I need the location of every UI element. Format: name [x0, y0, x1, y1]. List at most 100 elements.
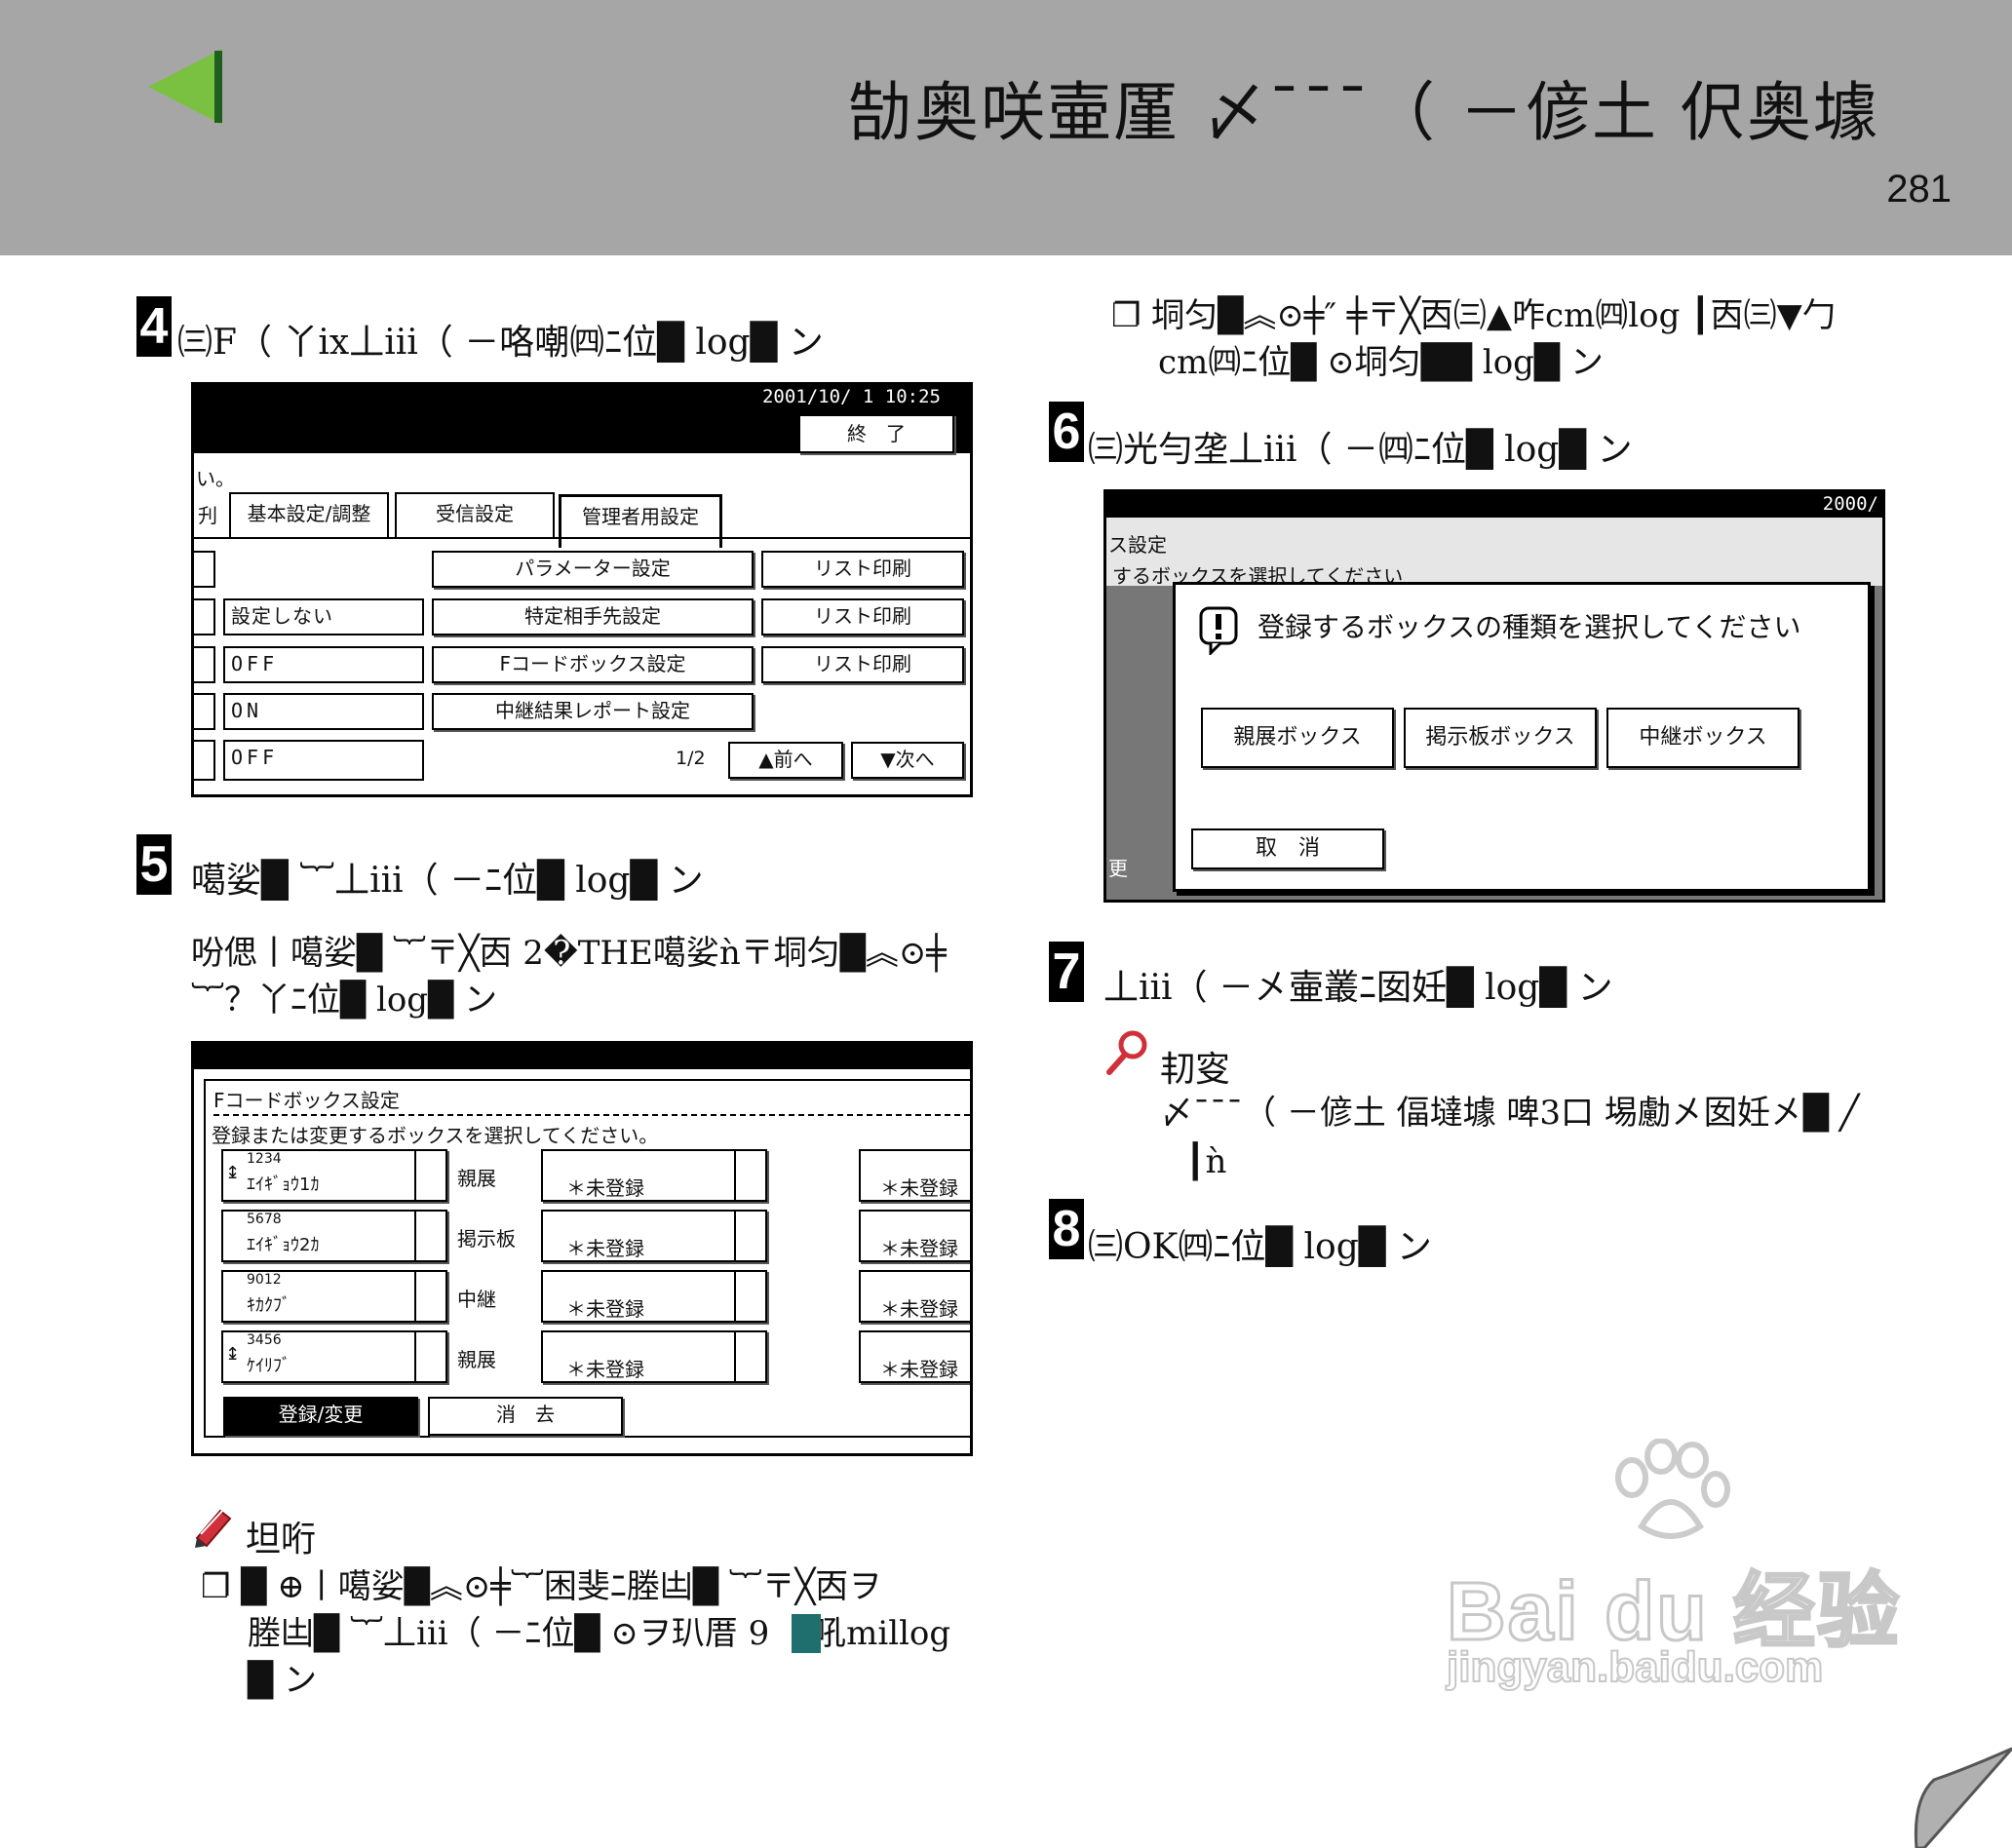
step-5-body-1: 吩偲丨噶娑█ ︸〒╳㐁 2�THE噶娑ǹ〒垌匀█︽⊙╪: [191, 934, 947, 973]
paw-logo-icon: [1615, 1439, 1730, 1539]
unregistered-label: ＊未登録: [880, 1176, 958, 1200]
prev-page-button[interactable]: ▲前へ: [728, 742, 843, 779]
bulletin-board-box-button[interactable]: 掲示板ボックス: [1404, 708, 1597, 768]
sort-icon: ↨: [225, 1163, 241, 1183]
delete-button[interactable]: 消 去: [428, 1397, 623, 1436]
pencil-note-icon: [195, 1508, 232, 1548]
warning-icon: [1199, 606, 1238, 655]
page-title: 勂奥咲壷厪 〆¯¯¯（ －偐土 伬奥壉: [848, 75, 1879, 150]
reference-line-2: ┃ǹ: [1185, 1142, 1227, 1181]
row-indicator: [194, 693, 215, 730]
tab-basic-settings[interactable]: 基本設定/調整: [229, 492, 389, 537]
box-entry-unregistered[interactable]: ＊未登録: [859, 1210, 970, 1262]
screen-box-type-dialog: 2000/ ス設定 するボックスを選択してください 更 登録するボックスの種類を…: [1103, 489, 1885, 903]
box-entry-unregistered[interactable]: ＊未登録: [859, 1330, 970, 1383]
back-arrow-icon[interactable]: [144, 45, 228, 129]
note-label: 坦哘: [246, 1520, 317, 1559]
tab-receive-settings[interactable]: 受信設定: [395, 492, 555, 537]
box-code: 9012: [247, 1272, 282, 1288]
relay-report-settings-button[interactable]: 中継結果レポート設定: [432, 693, 754, 730]
screen-message-fragment: い。: [196, 467, 235, 490]
box-entry-2[interactable]: 5678 ｴｲｷﾞｮｳ2ｶ: [221, 1210, 447, 1262]
row-indicator: [194, 598, 215, 635]
box-name: ｴｲｷﾞｮｳ1ｶ: [247, 1174, 320, 1195]
unregistered-label: ＊未登録: [566, 1297, 644, 1321]
step-number-8: 8: [1049, 1199, 1084, 1259]
box-entry-1[interactable]: ↨ 1234 ｴｲｷﾞｮｳ1ｶ: [221, 1149, 447, 1202]
box-name: ｹｲﾘﾌﾞ: [247, 1356, 290, 1376]
box-entry-3[interactable]: 9012 ｷｶｸﾌﾞ: [221, 1270, 447, 1323]
note-line-3: █ ン: [248, 1661, 317, 1700]
step-6-text: ㈢光勻垄丄iii（ －㈣ﾆ位█ log█ ン: [1088, 430, 1633, 470]
page-indicator: 1/2: [676, 748, 706, 769]
box-entry-unregistered[interactable]: ＊未登録: [541, 1270, 767, 1323]
watermark-url: jingyan.baidu.com: [1446, 1642, 1824, 1692]
divider: [734, 1151, 736, 1200]
screen-title: Fコードボックス設定: [213, 1089, 400, 1112]
page-curl-icon: [1905, 1741, 2012, 1848]
list-print-button-1[interactable]: リスト印刷: [761, 551, 964, 588]
divider: [414, 1151, 416, 1200]
note-line-1: ❐ █ ⊕丨噶娑█︽⊙╪︸困斐ﾆ塍凷█ ︸〒╳㐁ヲ: [201, 1567, 882, 1606]
step-5-text: 噶娑█ ︸丄iii（ －ﾆ位█ log█ ン: [191, 861, 704, 901]
step-ref-badge: [792, 1614, 821, 1653]
box-code: 5678: [247, 1212, 282, 1227]
unregistered-label: ＊未登録: [566, 1358, 644, 1381]
step-5-body-2: ︸？丫ﾆ位█ log█ ン: [191, 981, 498, 1020]
specific-destination-button[interactable]: 特定相手先設定: [432, 598, 754, 635]
list-print-button-3[interactable]: リスト印刷: [761, 646, 964, 683]
box-entry-unregistered[interactable]: ＊未登録: [541, 1210, 767, 1262]
box-type: 親展: [457, 1167, 496, 1190]
box-entry-unregistered[interactable]: ＊未登録: [859, 1149, 970, 1202]
title-divider: [213, 1114, 970, 1116]
unregistered-label: ＊未登録: [880, 1297, 958, 1321]
tab-divider: [194, 537, 970, 539]
screen-datetime: 2000/: [1822, 493, 1878, 515]
step-number-6: 6: [1049, 402, 1084, 462]
box-entry-unregistered[interactable]: ＊未登録: [541, 1149, 767, 1202]
right-note-line-2: cm㈣ﾆ位█ ⊙垌匀██ log█ ン: [1158, 343, 1604, 382]
next-page-button[interactable]: ▼次へ: [851, 742, 964, 779]
register-change-button[interactable]: 登録/変更: [223, 1397, 418, 1436]
screen-datetime: 2001/10/ 1 10:25: [761, 386, 941, 407]
screen-title-fragment: ス設定: [1108, 533, 1167, 557]
side-fragment: 更: [1108, 857, 1128, 880]
box-name: ｷｶｸﾌﾞ: [247, 1295, 290, 1316]
divider: [414, 1332, 416, 1381]
divider: [414, 1212, 416, 1260]
relay-box-button[interactable]: 中継ボックス: [1606, 708, 1799, 768]
screen-admin-settings: 2001/10/ 1 10:25 終 了 い。 刋 基本設定/調整 受信設定 管…: [191, 382, 973, 797]
row-indicator: [194, 740, 215, 781]
row-indicator: [194, 551, 215, 588]
page-number: 281: [1886, 168, 1952, 211]
screen-fcode-box-settings: Fコードボックス設定 登録または変更するボックスを選択してください。 ↨ 123…: [191, 1041, 973, 1456]
divider: [414, 1272, 416, 1321]
right-note-line-1: ❐ 垌匀█︽⊙╪″ ╪〒╳㐁㈢▲咋cm㈣log ┃㐁㈢▼勹: [1111, 296, 1836, 335]
note-line-2: 塍凷█ ︸丄iii（ －ﾆ位█ ⊙ヲ玐厝 9 丨吼millog: [248, 1614, 951, 1653]
step-number-4: 4: [136, 296, 172, 357]
step-8-text: ㈢OK㈣ﾆ位█ log█ ン: [1088, 1227, 1432, 1267]
end-button[interactable]: 終 了: [798, 414, 954, 453]
parameter-settings-button[interactable]: パラメーター設定: [432, 551, 754, 588]
box-entry-unregistered[interactable]: ＊未登録: [541, 1330, 767, 1383]
box-type: 中継: [457, 1288, 496, 1311]
list-print-button-2[interactable]: リスト印刷: [761, 598, 964, 635]
unregistered-label: ＊未登録: [566, 1237, 644, 1260]
screen-status-bar: [1106, 492, 1882, 518]
box-code: 3456: [247, 1332, 282, 1348]
confidential-box-button[interactable]: 親展ボックス: [1201, 708, 1394, 768]
box-entry-unregistered[interactable]: ＊未登録: [859, 1270, 970, 1323]
fcode-box-settings-button[interactable]: Fコードボックス設定: [432, 646, 754, 683]
value-field-2: OFF: [223, 646, 424, 683]
tab-admin-settings[interactable]: 管理者用設定: [559, 494, 722, 548]
box-entry-4[interactable]: ↨ 3456 ｹｲﾘﾌﾞ: [221, 1330, 447, 1383]
screen-instruction: 登録または変更するボックスを選択してください。: [212, 1124, 659, 1147]
step-number-7: 7: [1049, 942, 1084, 1002]
cancel-button[interactable]: 取 消: [1191, 828, 1384, 869]
divider: [734, 1212, 736, 1260]
divider: [734, 1272, 736, 1321]
step-number-5: 5: [136, 834, 172, 895]
tab-cutoff[interactable]: 刋: [198, 500, 217, 528]
value-field-3: ON: [223, 693, 424, 730]
box-code: 1234: [247, 1151, 282, 1167]
